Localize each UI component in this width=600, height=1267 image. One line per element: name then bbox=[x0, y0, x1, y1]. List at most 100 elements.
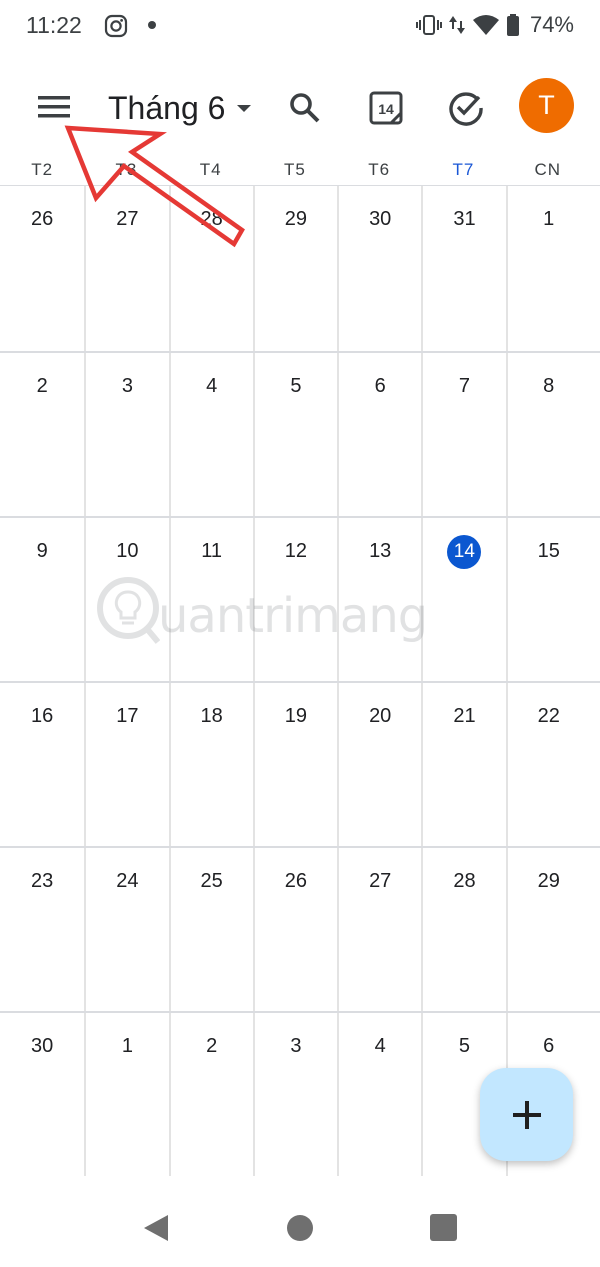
day-number: 3 bbox=[290, 1035, 302, 1057]
day-number: 11 bbox=[201, 540, 223, 562]
day-cell[interactable]: 2 bbox=[0, 353, 84, 516]
day-cell[interactable]: 4 bbox=[337, 1013, 421, 1176]
day-cell[interactable]: 26 bbox=[252, 848, 337, 1011]
day-cell[interactable]: 11 bbox=[168, 518, 253, 681]
day-cell[interactable]: 2 bbox=[168, 1013, 253, 1176]
day-number: 27 bbox=[369, 870, 392, 892]
day-number: 5 bbox=[458, 1035, 471, 1057]
tasks-button[interactable] bbox=[440, 82, 492, 134]
day-cell[interactable]: 1 bbox=[505, 186, 590, 351]
day-cell[interactable]: 27 bbox=[84, 186, 168, 351]
day-cell[interactable]: 5 bbox=[252, 353, 337, 516]
today-icon-number: 14 bbox=[378, 100, 394, 117]
weekday-label: T3 bbox=[115, 160, 138, 179]
day-cell[interactable]: 14 bbox=[421, 518, 505, 681]
day-cell[interactable]: 17 bbox=[84, 683, 168, 846]
day-number: 31 bbox=[453, 208, 476, 230]
back-icon[interactable] bbox=[142, 1214, 170, 1242]
day-number: 1 bbox=[543, 208, 555, 230]
day-cell[interactable]: 31 bbox=[421, 186, 505, 351]
day-number: 18 bbox=[200, 705, 223, 727]
day-cell[interactable]: 16 bbox=[0, 683, 84, 846]
day-cell[interactable]: 28 bbox=[421, 848, 505, 1011]
day-number: 12 bbox=[284, 540, 308, 562]
weekday-header: T2 T3 T4 T5 T6 T7 CN bbox=[0, 150, 600, 186]
day-number: 7 bbox=[458, 375, 471, 397]
wifi-icon bbox=[472, 15, 499, 35]
menu-icon bbox=[38, 96, 70, 118]
day-cell[interactable]: 15 bbox=[505, 518, 590, 681]
day-number: 8 bbox=[543, 375, 555, 397]
search-icon bbox=[290, 93, 320, 123]
day-number: 4 bbox=[374, 1035, 386, 1057]
month-selector[interactable]: Tháng 6 bbox=[108, 86, 252, 130]
day-number: 23 bbox=[31, 870, 54, 892]
day-cell[interactable]: 20 bbox=[337, 683, 421, 846]
today-button[interactable]: 14 bbox=[360, 82, 412, 134]
day-cell[interactable]: 28 bbox=[168, 186, 253, 351]
day-number: 3 bbox=[121, 375, 133, 397]
day-cell[interactable]: 18 bbox=[168, 683, 253, 846]
day-cell[interactable]: 27 bbox=[337, 848, 421, 1011]
status-time: 11:22 bbox=[26, 12, 82, 38]
day-cell[interactable]: 24 bbox=[84, 848, 168, 1011]
day-number: 29 bbox=[284, 208, 308, 230]
battery-icon bbox=[506, 14, 519, 36]
day-cell[interactable]: 1 bbox=[84, 1013, 168, 1176]
day-cell[interactable]: 8 bbox=[505, 353, 590, 516]
day-cell[interactable]: 3 bbox=[252, 1013, 337, 1176]
vibrate-icon bbox=[415, 15, 442, 35]
day-cell[interactable]: 21 bbox=[421, 683, 505, 846]
day-number: 6 bbox=[374, 375, 386, 397]
day-number: 19 bbox=[284, 705, 308, 727]
day-cell[interactable]: 30 bbox=[0, 1013, 84, 1176]
day-cell[interactable]: 19 bbox=[252, 683, 337, 846]
account-avatar[interactable]: T bbox=[519, 78, 574, 133]
weekday-label: T6 bbox=[368, 160, 391, 179]
weekday-label-current: T7 bbox=[452, 160, 475, 179]
week-row: 26 27 28 29 30 31 1 bbox=[0, 186, 600, 351]
status-icons: 74% bbox=[415, 10, 574, 40]
day-number: 26 bbox=[31, 208, 54, 230]
day-number: 5 bbox=[290, 375, 302, 397]
recents-icon[interactable] bbox=[430, 1214, 457, 1241]
menu-button[interactable] bbox=[30, 86, 76, 128]
day-cell[interactable]: 6 bbox=[337, 353, 421, 516]
day-cell[interactable]: 3 bbox=[84, 353, 168, 516]
today-date-marker: 14 bbox=[447, 535, 482, 569]
day-number: 30 bbox=[31, 1035, 54, 1057]
day-cell[interactable]: 26 bbox=[0, 186, 84, 351]
month-title: Tháng 6 bbox=[108, 89, 226, 126]
day-cell[interactable]: 13 bbox=[337, 518, 421, 681]
day-cell[interactable]: 10 bbox=[84, 518, 168, 681]
day-number: 4 bbox=[206, 375, 218, 397]
day-number: 22 bbox=[537, 705, 560, 727]
day-cell[interactable]: 4 bbox=[168, 353, 253, 516]
day-cell[interactable]: 30 bbox=[337, 186, 421, 351]
day-number: 30 bbox=[369, 208, 392, 230]
day-number: 1 bbox=[121, 1035, 133, 1057]
system-nav-bar bbox=[0, 1190, 600, 1267]
day-cell[interactable]: 9 bbox=[0, 518, 84, 681]
day-cell[interactable]: 23 bbox=[0, 848, 84, 1011]
day-number: 27 bbox=[116, 208, 139, 230]
instagram-icon bbox=[104, 14, 128, 38]
week-row: 9 10 11 12 13 14 15 bbox=[0, 516, 600, 681]
day-number: 13 bbox=[369, 540, 392, 562]
day-cell[interactable]: 12 bbox=[252, 518, 337, 681]
day-cell[interactable]: 22 bbox=[505, 683, 590, 846]
day-cell[interactable]: 25 bbox=[168, 848, 253, 1011]
day-cell[interactable]: 7 bbox=[421, 353, 505, 516]
day-number: 15 bbox=[537, 540, 560, 562]
day-cell[interactable]: 29 bbox=[505, 848, 590, 1011]
day-number: 24 bbox=[116, 870, 139, 892]
week-row: 23 24 25 26 27 28 29 bbox=[0, 846, 600, 1011]
create-event-button[interactable] bbox=[480, 1068, 573, 1161]
day-number: 9 bbox=[36, 540, 48, 562]
search-button[interactable] bbox=[279, 82, 331, 134]
day-cell[interactable]: 29 bbox=[252, 186, 337, 351]
day-number: 2 bbox=[36, 375, 48, 397]
day-number: 17 bbox=[116, 705, 139, 727]
month-grid: 26 27 28 29 30 31 1 2 3 4 5 6 7 8 9 10 11 12 13 14 15 16 17 18 1… bbox=[0, 186, 600, 1190]
home-icon[interactable] bbox=[287, 1215, 313, 1241]
